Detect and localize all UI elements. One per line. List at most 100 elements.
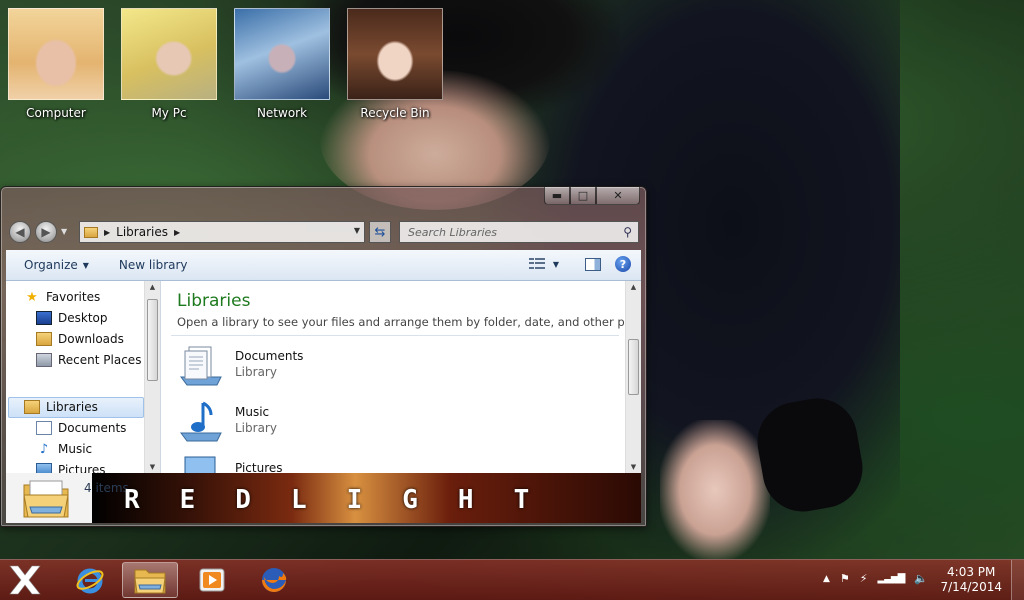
taskbar: ▲ ⚑ ⚡ ▂▃▅▇ 🔈 4:03 PM 7/14/2014 — [0, 559, 1024, 600]
forward-button[interactable]: ▶ — [35, 221, 57, 243]
start-button[interactable] — [6, 562, 44, 598]
content-title: Libraries — [177, 291, 251, 311]
taskbar-media-player[interactable] — [184, 562, 240, 598]
nav-item-music[interactable]: ♪ Music — [36, 439, 92, 459]
show-desktop-button[interactable] — [1011, 560, 1024, 600]
nav-pane-scrollbar[interactable]: ▲ ▼ — [144, 281, 160, 473]
music-note-icon: ♪ — [39, 441, 49, 457]
chevron-down-icon: ▼ — [82, 260, 89, 270]
scroll-down-arrow-icon[interactable]: ▼ — [145, 463, 160, 471]
nav-item-recent-places[interactable]: Recent Places — [36, 350, 141, 370]
close-icon: ✕ — [613, 189, 623, 202]
media-player-icon — [199, 568, 225, 592]
minimize-icon: ▬ — [551, 189, 563, 202]
search-icon[interactable]: ⚲ — [623, 225, 632, 239]
nav-item-label: Libraries — [46, 400, 98, 414]
new-library-button[interactable]: New library — [101, 258, 200, 272]
clock-date: 7/14/2014 — [940, 580, 1002, 594]
help-button[interactable]: ? — [615, 256, 631, 272]
library-type: Library — [235, 365, 277, 379]
music-library-icon — [180, 401, 222, 442]
organize-button[interactable]: Organize ▼ — [6, 258, 101, 272]
volume-icon[interactable]: 🔈 — [914, 572, 928, 585]
address-bar[interactable]: ▶ Libraries ▶ ▼ — [79, 221, 365, 243]
preview-pane-button[interactable] — [585, 257, 601, 271]
refresh-button[interactable]: ⇆ — [369, 221, 391, 243]
desktop-icon-network[interactable]: Network — [226, 8, 338, 120]
explorer-window: ▬ □ ✕ ◀ ▶ ▼ ▶ Libraries ▶ ▼ ⇆ ⚲ Organize… — [0, 186, 647, 527]
desktop-icon-label: Network — [256, 106, 308, 120]
show-hidden-icons-icon[interactable]: ▲ — [823, 574, 830, 584]
libraries-icon — [24, 400, 40, 414]
desktop-icon-recycle-bin[interactable]: Recycle Bin — [339, 8, 451, 120]
content-scrollbar[interactable]: ▲ ▼ — [625, 281, 641, 473]
nav-item-label: Pictures — [58, 463, 106, 473]
network-signal-icon[interactable]: ▂▃▅▇ — [878, 573, 906, 584]
close-button[interactable]: ✕ — [596, 187, 640, 205]
search-input[interactable] — [406, 224, 610, 240]
nav-item-label: Favorites — [46, 290, 101, 304]
chevron-down-icon: ▼ — [552, 259, 559, 269]
new-library-label: New library — [118, 258, 188, 272]
details-pane: 4 items REDLIGHT — [6, 473, 641, 523]
scroll-up-arrow-icon[interactable]: ▲ — [626, 283, 641, 291]
taskbar-internet-explorer[interactable] — [62, 562, 118, 598]
desktop-icon-my-pc[interactable]: My Pc — [113, 8, 225, 120]
nav-item-favorites[interactable]: ★ Favorites — [24, 287, 100, 307]
scroll-up-arrow-icon[interactable]: ▲ — [145, 283, 160, 291]
change-view-button[interactable]: ▼ — [528, 258, 559, 270]
nav-item-documents[interactable]: Documents — [36, 418, 126, 438]
scroll-down-arrow-icon[interactable]: ▼ — [626, 463, 641, 471]
recent-pages-dropdown[interactable]: ▼ — [61, 227, 67, 236]
content-description: Open a library to see your files and arr… — [177, 315, 641, 329]
nav-pane-scroll-thumb[interactable] — [147, 299, 158, 381]
maximize-icon: □ — [577, 189, 589, 202]
nav-item-label: Downloads — [58, 332, 124, 346]
search-box[interactable]: ⚲ — [399, 221, 639, 243]
minimize-button[interactable]: ▬ — [544, 187, 570, 205]
breadcrumb-libraries[interactable]: Libraries — [116, 225, 168, 239]
redlight-banner: REDLIGHT — [124, 485, 570, 515]
nav-item-label: Music — [58, 442, 93, 456]
content-scroll-thumb[interactable] — [628, 339, 639, 395]
breadcrumb-chevron-icon[interactable]: ▶ — [174, 228, 180, 237]
library-item-pictures[interactable]: Pictures — [177, 455, 477, 473]
clock[interactable]: 4:03 PM 7/14/2014 — [940, 565, 1002, 595]
library-name: Pictures — [235, 461, 283, 473]
desktop-icon-label: Computer — [26, 106, 86, 120]
star-icon: ★ — [26, 289, 38, 305]
libraries-folder-large-icon — [23, 480, 69, 518]
power-icon[interactable]: ⚡ — [860, 572, 868, 585]
downloads-icon — [36, 332, 52, 346]
address-dropdown-icon[interactable]: ▼ — [354, 226, 360, 235]
maximize-button[interactable]: □ — [570, 187, 596, 205]
recycle-bin-icon — [347, 8, 443, 100]
desktop-icon-label: My Pc — [151, 106, 187, 120]
nav-item-desktop[interactable]: Desktop — [36, 308, 108, 328]
navigation-bar: ◀ ▶ ▼ ▶ Libraries ▶ ▼ ⇆ ⚲ — [7, 221, 640, 245]
taskbar-firefox[interactable] — [246, 562, 302, 598]
back-button[interactable]: ◀ — [9, 221, 31, 243]
library-item-documents[interactable]: Documents Library — [177, 343, 477, 391]
action-center-flag-icon[interactable]: ⚑ — [840, 572, 850, 585]
desktop-icon-computer[interactable]: Computer — [0, 8, 112, 120]
taskbar-windows-explorer[interactable] — [122, 562, 178, 598]
refresh-icon: ⇆ — [374, 224, 386, 240]
libraries-folder-icon — [84, 226, 98, 238]
desktop-icon-label: Recycle Bin — [360, 106, 430, 120]
wallpaper-arm — [660, 420, 770, 560]
nav-item-libraries[interactable]: Libraries — [24, 397, 98, 417]
nav-item-label: Recent Places — [58, 353, 142, 367]
nav-item-downloads[interactable]: Downloads — [36, 329, 124, 349]
command-bar: Organize ▼ New library ▼ ? — [6, 250, 641, 281]
item-count: 4 items — [84, 481, 129, 495]
desktop-icon — [36, 311, 52, 325]
system-tray: ▲ ⚑ ⚡ ▂▃▅▇ 🔈 — [823, 572, 928, 585]
caption-buttons: ▬ □ ✕ — [544, 187, 640, 205]
clock-time: 4:03 PM — [947, 565, 996, 579]
internet-explorer-icon — [76, 568, 104, 594]
breadcrumb-chevron-icon[interactable]: ▶ — [104, 228, 110, 237]
nav-item-pictures[interactable]: Pictures — [36, 460, 106, 473]
library-item-music[interactable]: Music Library — [177, 399, 477, 447]
firefox-icon — [262, 568, 287, 592]
